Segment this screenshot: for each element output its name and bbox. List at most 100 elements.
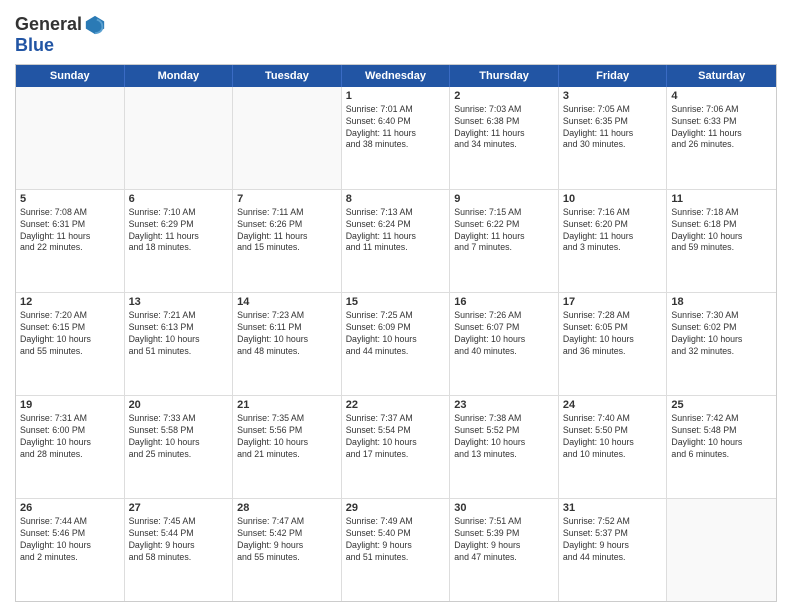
day-number: 6 <box>129 193 229 205</box>
calendar-row-1: 1Sunrise: 7:01 AM Sunset: 6:40 PM Daylig… <box>16 87 776 190</box>
day-number: 11 <box>671 193 772 205</box>
calendar-row-5: 26 Sunrise: 7:44 AM Sunset: 5:46 PM Dayli… <box>16 499 776 601</box>
day-detail: Sunrise: 7:44 AM Sunset: 5:46 PM Dayligh… <box>20 516 120 564</box>
empty-cell <box>16 87 125 189</box>
day-cell-29: 29Sunrise: 7:49 AM Sunset: 5:40 PM Dayli… <box>342 499 451 601</box>
day-cell-21: 21 Sunrise: 7:35 AM Sunset: 5:56 PM Dayli… <box>233 396 342 498</box>
day-number: 16 <box>454 296 554 308</box>
day-cell-10: 10 Sunrise: 7:16 AM Sunset: 6:20 PM Dayli… <box>559 190 668 292</box>
day-number: 22 <box>346 399 446 411</box>
day-number: 21 <box>237 399 337 411</box>
day-detail: Sunrise: 7:37 AM Sunset: 5:54 PM Dayligh… <box>346 413 446 461</box>
weekday-header-monday: Monday <box>125 65 234 87</box>
day-number: 12 <box>20 296 120 308</box>
day-cell-17: 17Sunrise: 7:28 AM Sunset: 6:05 PM Dayli… <box>559 293 668 395</box>
day-detail: Sunrise: 7:16 AM Sunset: 6:20 PM Dayligh… <box>563 207 663 255</box>
day-cell-1: 1Sunrise: 7:01 AM Sunset: 6:40 PM Daylig… <box>342 87 451 189</box>
day-number: 9 <box>454 193 554 205</box>
day-detail: Sunrise: 7:33 AM Sunset: 5:58 PM Dayligh… <box>129 413 229 461</box>
day-detail: Sunrise: 7:35 AM Sunset: 5:56 PM Dayligh… <box>237 413 337 461</box>
day-detail: Sunrise: 7:52 AM Sunset: 5:37 PM Dayligh… <box>563 516 663 564</box>
day-cell-9: 9 Sunrise: 7:15 AM Sunset: 6:22 PM Daylig… <box>450 190 559 292</box>
day-number: 30 <box>454 502 554 514</box>
day-cell-18: 18Sunrise: 7:30 AM Sunset: 6:02 PM Dayli… <box>667 293 776 395</box>
day-cell-13: 13 Sunrise: 7:21 AM Sunset: 6:13 PM Dayli… <box>125 293 234 395</box>
day-detail: Sunrise: 7:15 AM Sunset: 6:22 PM Dayligh… <box>454 207 554 255</box>
day-cell-20: 20Sunrise: 7:33 AM Sunset: 5:58 PM Dayli… <box>125 396 234 498</box>
day-cell-30: 30 Sunrise: 7:51 AM Sunset: 5:39 PM Dayli… <box>450 499 559 601</box>
day-cell-6: 6 Sunrise: 7:10 AM Sunset: 6:29 PM Daylig… <box>125 190 234 292</box>
day-detail: Sunrise: 7:26 AM Sunset: 6:07 PM Dayligh… <box>454 310 554 358</box>
day-number: 4 <box>671 90 772 102</box>
day-detail: Sunrise: 7:23 AM Sunset: 6:11 PM Dayligh… <box>237 310 337 358</box>
day-number: 19 <box>20 399 120 411</box>
day-detail: Sunrise: 7:21 AM Sunset: 6:13 PM Dayligh… <box>129 310 229 358</box>
weekday-header-sunday: Sunday <box>16 65 125 87</box>
day-cell-23: 23Sunrise: 7:38 AM Sunset: 5:52 PM Dayli… <box>450 396 559 498</box>
day-cell-19: 19Sunrise: 7:31 AM Sunset: 6:00 PM Dayli… <box>16 396 125 498</box>
logo-general-text: General <box>15 15 82 35</box>
day-cell-25: 25Sunrise: 7:42 AM Sunset: 5:48 PM Dayli… <box>667 396 776 498</box>
day-detail: Sunrise: 7:05 AM Sunset: 6:35 PM Dayligh… <box>563 104 663 152</box>
day-detail: Sunrise: 7:45 AM Sunset: 5:44 PM Dayligh… <box>129 516 229 564</box>
day-cell-31: 31 Sunrise: 7:52 AM Sunset: 5:37 PM Dayli… <box>559 499 668 601</box>
header: General Blue <box>15 10 777 56</box>
day-number: 8 <box>346 193 446 205</box>
day-number: 15 <box>346 296 446 308</box>
weekday-header-saturday: Saturday <box>667 65 776 87</box>
day-detail: Sunrise: 7:20 AM Sunset: 6:15 PM Dayligh… <box>20 310 120 358</box>
day-cell-26: 26 Sunrise: 7:44 AM Sunset: 5:46 PM Dayli… <box>16 499 125 601</box>
day-number: 24 <box>563 399 663 411</box>
weekday-header-tuesday: Tuesday <box>233 65 342 87</box>
day-number: 14 <box>237 296 337 308</box>
day-cell-5: 5 Sunrise: 7:08 AM Sunset: 6:31 PM Daylig… <box>16 190 125 292</box>
day-cell-11: 11Sunrise: 7:18 AM Sunset: 6:18 PM Dayli… <box>667 190 776 292</box>
day-number: 29 <box>346 502 446 514</box>
page: General Blue SundayMondayTuesdayWednesda… <box>0 0 792 612</box>
calendar-header: SundayMondayTuesdayWednesdayThursdayFrid… <box>16 65 776 87</box>
weekday-header-wednesday: Wednesday <box>342 65 451 87</box>
empty-cell <box>667 499 776 601</box>
calendar-row-4: 19Sunrise: 7:31 AM Sunset: 6:00 PM Dayli… <box>16 396 776 499</box>
day-cell-22: 22 Sunrise: 7:37 AM Sunset: 5:54 PM Dayli… <box>342 396 451 498</box>
day-detail: Sunrise: 7:25 AM Sunset: 6:09 PM Dayligh… <box>346 310 446 358</box>
weekday-header-friday: Friday <box>559 65 668 87</box>
day-cell-4: 4 Sunrise: 7:06 AM Sunset: 6:33 PM Daylig… <box>667 87 776 189</box>
day-cell-24: 24 Sunrise: 7:40 AM Sunset: 5:50 PM Dayli… <box>559 396 668 498</box>
day-detail: Sunrise: 7:47 AM Sunset: 5:42 PM Dayligh… <box>237 516 337 564</box>
day-number: 5 <box>20 193 120 205</box>
calendar: SundayMondayTuesdayWednesdayThursdayFrid… <box>15 64 777 602</box>
day-cell-27: 27 Sunrise: 7:45 AM Sunset: 5:44 PM Dayli… <box>125 499 234 601</box>
day-cell-14: 14 Sunrise: 7:23 AM Sunset: 6:11 PM Dayli… <box>233 293 342 395</box>
logo-icon <box>84 14 106 36</box>
day-number: 27 <box>129 502 229 514</box>
day-number: 7 <box>237 193 337 205</box>
day-detail: Sunrise: 7:38 AM Sunset: 5:52 PM Dayligh… <box>454 413 554 461</box>
day-number: 25 <box>671 399 772 411</box>
day-detail: Sunrise: 7:13 AM Sunset: 6:24 PM Dayligh… <box>346 207 446 255</box>
empty-cell <box>125 87 234 189</box>
day-number: 26 <box>20 502 120 514</box>
day-number: 28 <box>237 502 337 514</box>
day-number: 18 <box>671 296 772 308</box>
day-detail: Sunrise: 7:08 AM Sunset: 6:31 PM Dayligh… <box>20 207 120 255</box>
empty-cell <box>233 87 342 189</box>
day-number: 13 <box>129 296 229 308</box>
logo: General Blue <box>15 14 106 56</box>
day-cell-28: 28 Sunrise: 7:47 AM Sunset: 5:42 PM Dayli… <box>233 499 342 601</box>
day-detail: Sunrise: 7:51 AM Sunset: 5:39 PM Dayligh… <box>454 516 554 564</box>
day-number: 31 <box>563 502 663 514</box>
day-cell-12: 12 Sunrise: 7:20 AM Sunset: 6:15 PM Dayli… <box>16 293 125 395</box>
day-number: 1 <box>346 90 446 102</box>
day-number: 17 <box>563 296 663 308</box>
calendar-row-3: 12 Sunrise: 7:20 AM Sunset: 6:15 PM Dayli… <box>16 293 776 396</box>
day-detail: Sunrise: 7:06 AM Sunset: 6:33 PM Dayligh… <box>671 104 772 152</box>
logo-blue-text: Blue <box>15 36 54 56</box>
weekday-header-thursday: Thursday <box>450 65 559 87</box>
day-number: 3 <box>563 90 663 102</box>
day-cell-16: 16 Sunrise: 7:26 AM Sunset: 6:07 PM Dayli… <box>450 293 559 395</box>
calendar-row-2: 5 Sunrise: 7:08 AM Sunset: 6:31 PM Daylig… <box>16 190 776 293</box>
day-detail: Sunrise: 7:40 AM Sunset: 5:50 PM Dayligh… <box>563 413 663 461</box>
day-detail: Sunrise: 7:10 AM Sunset: 6:29 PM Dayligh… <box>129 207 229 255</box>
day-number: 10 <box>563 193 663 205</box>
